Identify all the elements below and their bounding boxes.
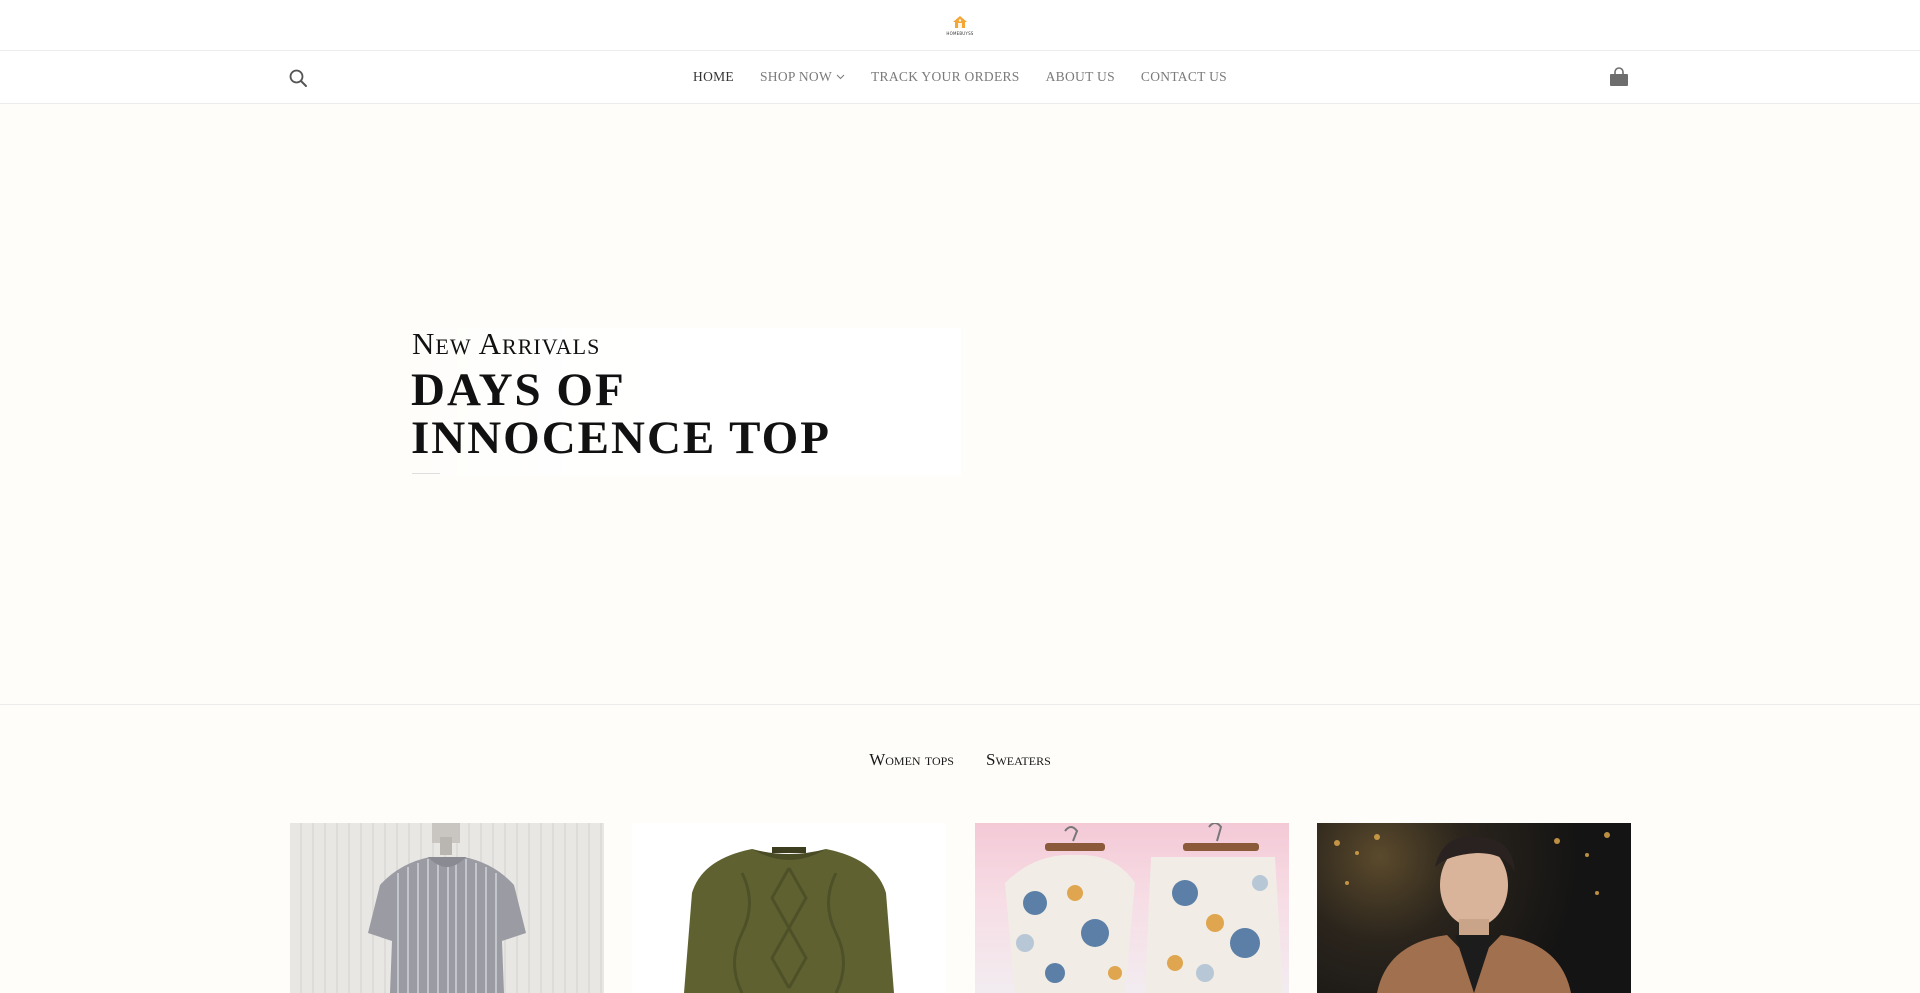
top-logo-bar: HOMEBUYSS: [0, 0, 1920, 51]
main-navigation: HOME SHOP NOW TRACK YOUR ORDERS ABOUT US…: [0, 51, 1920, 104]
hero-divider: [412, 473, 440, 474]
hero-title: DAYS OF INNOCENCE TOP: [411, 364, 831, 464]
product-card[interactable]: [290, 823, 604, 993]
nav-item-label: ABOUT US: [1045, 69, 1115, 84]
nav-item-label: HOME: [693, 69, 734, 84]
nav-item-home[interactable]: HOME: [693, 69, 734, 85]
nav-item-shop-now[interactable]: SHOP NOW: [760, 69, 845, 85]
tab-women-tops[interactable]: Women tops: [869, 750, 954, 770]
house-logo-icon: [953, 15, 967, 28]
brand-logo-text: HOMEBUYSS: [946, 30, 974, 36]
chevron-down-icon: [836, 74, 845, 80]
nav-item-about-us[interactable]: ABOUT US: [1046, 69, 1115, 85]
nav-item-label: CONTACT US: [1140, 69, 1227, 84]
nav-item-track-orders[interactable]: TRACK YOUR ORDERS: [871, 69, 1020, 85]
nav-item-contact-us[interactable]: CONTACT US: [1141, 69, 1227, 85]
product-card[interactable]: [1317, 823, 1631, 993]
floral-set-image: [1005, 823, 1283, 993]
nav-menu: HOME SHOP NOW TRACK YOUR ORDERS ABOUT US…: [0, 51, 1920, 103]
product-card[interactable]: [632, 823, 946, 993]
brand-logo[interactable]: HOMEBUYSS: [938, 6, 982, 44]
nav-item-label: SHOP NOW: [759, 69, 832, 84]
shopping-bag-icon[interactable]: [1608, 66, 1630, 88]
olive-sweater-image: [684, 847, 894, 993]
nav-item-label: TRACK YOUR ORDERS: [871, 69, 1020, 84]
product-card[interactable]: [975, 823, 1289, 993]
hero-kicker: New Arrivals: [412, 326, 601, 361]
leather-jacket-model-image: [1334, 832, 1610, 993]
category-tabs: Women tops Sweaters: [0, 745, 1920, 775]
hero-banner: New Arrivals DAYS OF INNOCENCE TOP: [0, 104, 1920, 705]
striped-linen-top-image: [368, 823, 526, 993]
tab-sweaters[interactable]: Sweaters: [986, 750, 1051, 770]
